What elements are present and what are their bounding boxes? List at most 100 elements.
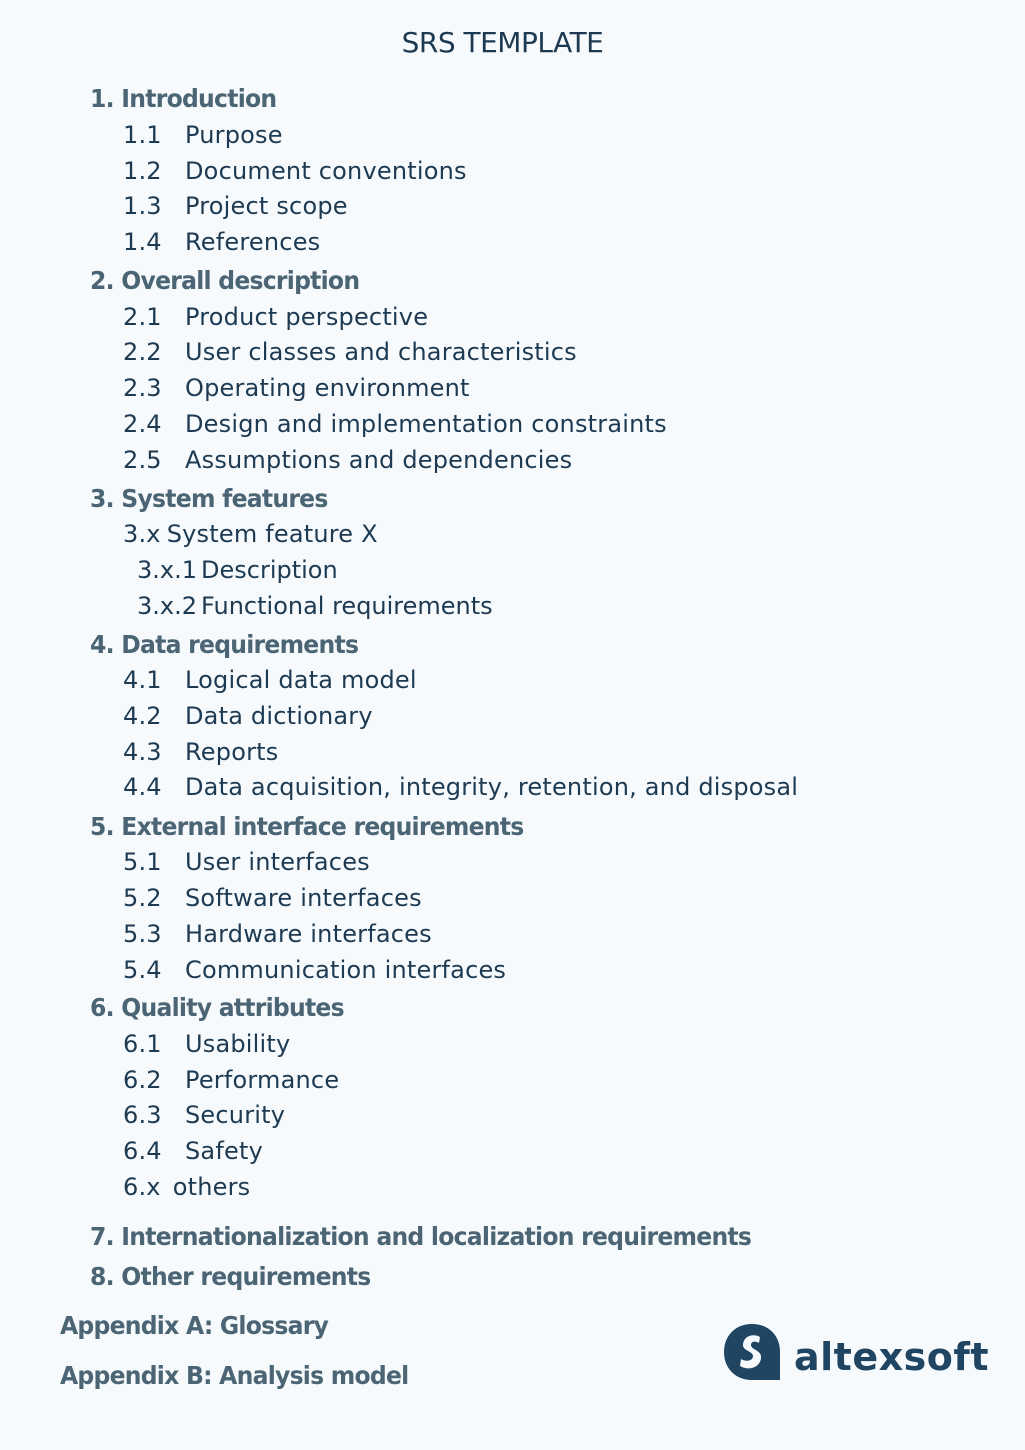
item-title: References [185,228,321,256]
toc-item-3-x-2: 3.x.2 Functional requirements [137,592,493,620]
section-number: 2. [90,266,115,295]
section-number: 7. [90,1222,115,1251]
section-number: 5. [90,812,115,841]
toc-item-1-2: 1.2 Document conventions [123,157,467,185]
altexsoft-logo-icon [724,1324,780,1380]
toc-item-4-1: 4.1 Logical data model [123,666,417,694]
item-title: System feature X [166,520,378,548]
altexsoft-logo-text: altexsoft [794,1335,990,1379]
section-number: 3. [90,484,115,513]
toc-item-4-2: 4.2 Data dictionary [123,702,373,730]
item-title: Description [201,556,338,584]
item-title: Usability [185,1030,291,1058]
item-number: 2.3 [123,374,162,402]
item-title: Data dictionary [185,702,373,730]
section-number: 8. [90,1262,115,1291]
toc-section-5: 5. External interface requirements [90,812,524,841]
section-number: 6. [90,993,115,1022]
toc-section-6: 6. Quality attributes [90,993,345,1022]
item-number: 5.4 [123,956,162,984]
item-number: 4.1 [123,666,162,694]
toc-item-3-x-1: 3.x.1 Description [137,556,338,584]
toc-item-5-3: 5.3 Hardware interfaces [123,920,432,948]
item-number: 4.3 [123,738,162,766]
toc-item-6-4: 6.4 Safety [123,1137,263,1165]
section-number: 1. [90,84,115,113]
section-title: External interface requirements [121,812,524,841]
section-title: Introduction [121,84,277,113]
item-title: Reports [185,738,279,766]
item-title: others [172,1173,251,1201]
page-title: SRS TEMPLATE [401,26,604,59]
toc-item-6-3: 6.3 Security [123,1101,285,1129]
toc-item-1-4: 1.4 References [123,228,320,256]
item-number: 2.2 [123,338,162,366]
item-title: Performance [185,1066,340,1094]
item-title: Software interfaces [185,884,422,912]
item-number: 5.1 [123,848,162,876]
item-title: Logical data model [185,666,417,694]
toc-item-6-2: 6.2 Performance [123,1066,339,1094]
toc-item-5-4: 5.4 Communication interfaces [123,956,506,984]
toc-item-2-5: 2.5 Assumptions and dependencies [123,446,572,474]
item-number: 4.2 [123,702,162,730]
item-number: 3.x.1 [137,556,197,584]
item-number: 6.1 [123,1030,162,1058]
toc-item-1-1: 1.1 Purpose [123,121,283,149]
item-title: Purpose [185,121,283,149]
item-number: 1.1 [123,121,162,149]
toc-item-6-x: 6.x others [123,1173,250,1201]
item-number: 6.x [123,1173,161,1201]
item-title: Hardware interfaces [185,920,432,948]
toc-section-3: 3. System features [90,484,328,513]
item-title: Security [185,1101,286,1129]
item-number: 1.3 [123,192,162,220]
item-title: Communication interfaces [185,956,507,984]
section-title: Quality attributes [121,993,344,1022]
toc-section-4: 4. Data requirements [90,630,359,659]
item-title: Product perspective [185,303,429,331]
toc-section-1: 1. Introduction [90,84,277,113]
toc-item-2-4: 2.4 Design and implementation constraints [123,410,667,438]
item-number: 3.x [123,520,161,548]
item-title: Document conventions [185,157,467,185]
toc-item-2-2: 2.2 User classes and characteristics [123,338,577,366]
appendix-b: Appendix B: Analysis model [60,1361,409,1390]
item-number: 1.4 [123,228,162,256]
item-number: 5.3 [123,920,162,948]
item-title: Assumptions and dependencies [185,446,573,474]
section-title: Internationalization and localization re… [121,1222,752,1251]
item-number: 5.2 [123,884,162,912]
toc-item-3-x: 3.x System feature X [123,520,378,548]
section-title: Overall description [121,266,360,295]
section-number: 4. [90,630,115,659]
item-title: Operating environment [185,374,470,402]
item-title: Data acquisition, integrity, retention, … [185,773,799,801]
toc-item-2-1: 2.1 Product perspective [123,303,428,331]
section-title: System features [121,484,328,513]
item-number: 6.3 [123,1101,162,1129]
toc-item-2-3: 2.3 Operating environment [123,374,470,402]
item-title: Safety [185,1137,263,1165]
toc-section-8: 8. Other requirements [90,1262,371,1291]
item-number: 1.2 [123,157,162,185]
item-title: User interfaces [185,848,370,876]
toc-section-7: 7. Internationalization and localization … [90,1222,752,1251]
toc-item-5-1: 5.1 User interfaces [123,848,370,876]
item-number: 2.4 [123,410,162,438]
toc-item-1-3: 1.3 Project scope [123,192,348,220]
section-title: Data requirements [121,630,359,659]
item-title: Project scope [185,192,348,220]
toc-item-4-3: 4.3 Reports [123,738,278,766]
toc-item-6-1: 6.1 Usability [123,1030,290,1058]
toc-item-5-2: 5.2 Software interfaces [123,884,422,912]
appendix-a: Appendix A: Glossary [60,1311,329,1340]
altexsoft-logo: altexsoft [722,1322,989,1382]
toc-item-4-4: 4.4 Data acquisition, integrity, retentio… [123,773,798,801]
item-number: 3.x.2 [137,592,197,620]
item-number: 4.4 [123,773,162,801]
item-title: Functional requirements [201,592,493,620]
item-title: User classes and characteristics [185,338,577,366]
item-number: 2.5 [123,446,162,474]
item-number: 6.4 [123,1137,162,1165]
